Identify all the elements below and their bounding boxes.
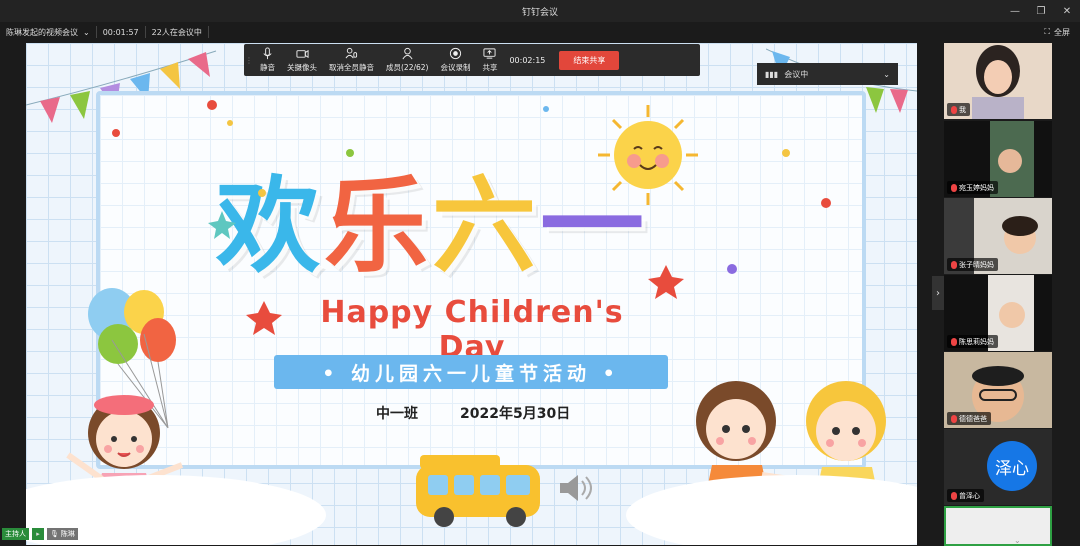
meeting-status-dropdown[interactable]: ▮▮▮ 会议中 ⌄ xyxy=(757,63,898,85)
participant-name: 张子晴妈妈 xyxy=(959,260,994,269)
mic-muted-icon xyxy=(951,183,957,192)
share-screen-icon xyxy=(483,48,497,59)
participant-name: 我 xyxy=(959,105,966,114)
fullscreen-label: 全屏 xyxy=(1054,27,1070,37)
chevron-down-icon: ⌄ xyxy=(883,69,890,79)
participant-name-tag: 宛玉婷妈妈 xyxy=(947,181,998,194)
participant-name: 曾泽心 xyxy=(959,491,980,500)
close-icon[interactable]: ✕ xyxy=(1054,0,1080,22)
end-share-button[interactable]: 结束共享 xyxy=(559,50,620,70)
participant-tile[interactable]: 泽心 曾泽心 xyxy=(944,429,1052,505)
mic-muted-icon xyxy=(951,414,957,423)
meeting-name-dropdown[interactable]: 陈琳发起的视频会议 ⌄ xyxy=(0,26,97,38)
participant-name: 陈思莉妈妈 xyxy=(959,337,994,346)
participant-tile[interactable]: 我 xyxy=(944,43,1052,119)
record-icon xyxy=(449,47,462,60)
members-label: 成员(22/62) xyxy=(386,63,429,72)
window-title: 钉钉会议 xyxy=(521,7,558,18)
user-icon xyxy=(402,47,413,60)
meeting-info-bar: 陈琳发起的视频会议 ⌄ 00:01:57 22人在会议中 ⛶ 全屏 xyxy=(0,22,1080,42)
camera-off-label: 关摄像头 xyxy=(287,63,317,72)
participant-tile[interactable]: 张子晴妈妈 xyxy=(944,198,1052,274)
restore-icon[interactable]: ❐ xyxy=(1028,0,1054,22)
members-button[interactable]: 成员(22/62) xyxy=(380,44,434,76)
participant-name-tag: 我 xyxy=(947,103,970,116)
confetti-dots xyxy=(112,100,831,335)
host-badge: 主持人 xyxy=(2,527,29,540)
camera-off-button[interactable]: 关摄像头 xyxy=(281,44,323,76)
participant-tile[interactable]: 陈思莉妈妈 xyxy=(944,275,1052,351)
unmute-all-button[interactable]: 取消全员静音 xyxy=(323,44,380,76)
meeting-status-label: 会议中 xyxy=(784,69,809,79)
microphone-icon: 🎙 xyxy=(50,529,59,538)
signal-bars-icon: ▮▮▮ xyxy=(765,69,779,79)
participant-count: 22人在会议中 xyxy=(146,26,209,38)
mic-muted-icon xyxy=(951,260,957,269)
mute-label: 静音 xyxy=(260,63,275,72)
unmute-all-label: 取消全员静音 xyxy=(329,63,374,72)
participant-tile[interactable]: 德德爸爸 xyxy=(944,352,1052,428)
chevron-down-icon: ⌄ xyxy=(83,27,90,37)
collapse-panel-button[interactable]: › xyxy=(932,276,944,310)
meeting-toolbar: ⋮ 静音 关摄像头 取消全员静音 成员(22/62) 会议录制 共享 00:02… xyxy=(244,44,700,76)
fullscreen-button[interactable]: ⛶ 全屏 xyxy=(1044,22,1070,42)
chevron-right-icon: › xyxy=(936,287,940,299)
share-button[interactable]: 共享 xyxy=(476,44,503,76)
window-controls: — ❐ ✕ xyxy=(1002,0,1080,22)
mute-button[interactable]: 静音 xyxy=(254,44,281,76)
participant-name: 宛玉婷妈妈 xyxy=(959,183,994,192)
participant-name-tag: 德德爸爸 xyxy=(947,412,991,425)
expand-icon: ⛶ xyxy=(1044,27,1050,36)
shared-screen: 欢 乐 六 一 Happy Children's Day • 幼儿园六一儿童节活… xyxy=(26,43,917,545)
drag-handle-icon[interactable]: ⋮ xyxy=(244,44,254,76)
participant-name-tag: 陈思莉妈妈 xyxy=(947,335,998,348)
mic-muted-icon xyxy=(951,491,957,500)
participant-name-tag: 曾泽心 xyxy=(947,489,984,502)
participant-name-tag: 张子晴妈妈 xyxy=(947,258,998,271)
share-timer: 00:02:15 xyxy=(509,55,546,65)
camera-icon xyxy=(295,49,309,59)
host-name: 陈琳 xyxy=(60,529,75,538)
mic-muted-icon xyxy=(951,337,957,346)
mic-muted-icon xyxy=(951,105,957,114)
meeting-elapsed: 00:01:57 xyxy=(97,26,146,38)
record-label: 会议录制 xyxy=(440,63,471,72)
record-button[interactable]: 会议录制 xyxy=(434,44,476,76)
camera-on-icon: ▸ xyxy=(32,527,44,540)
avatar: 泽心 xyxy=(987,441,1037,491)
meeting-name: 陈琳发起的视频会议 xyxy=(6,27,78,37)
participant-name: 德德爸爸 xyxy=(959,414,987,423)
microphone-icon xyxy=(263,47,272,60)
users-mic-icon xyxy=(345,47,358,59)
minimize-icon[interactable]: — xyxy=(1002,0,1028,22)
title-bar: 钉钉会议 — ❐ ✕ xyxy=(0,0,1080,22)
participant-tile[interactable] xyxy=(944,506,1052,546)
host-indicator: 主持人 ▸ 🎙 陈琳 xyxy=(2,527,78,540)
host-name-tag: 🎙 陈琳 xyxy=(47,527,78,540)
share-label: 共享 xyxy=(482,63,498,72)
scroll-down-icon[interactable]: ⌄ xyxy=(1014,536,1026,546)
meeting-window: 钉钉会议 — ❐ ✕ 陈琳发起的视频会议 ⌄ 00:01:57 22人在会议中 … xyxy=(0,0,1080,546)
participant-tile[interactable]: 宛玉婷妈妈 xyxy=(944,121,1052,197)
